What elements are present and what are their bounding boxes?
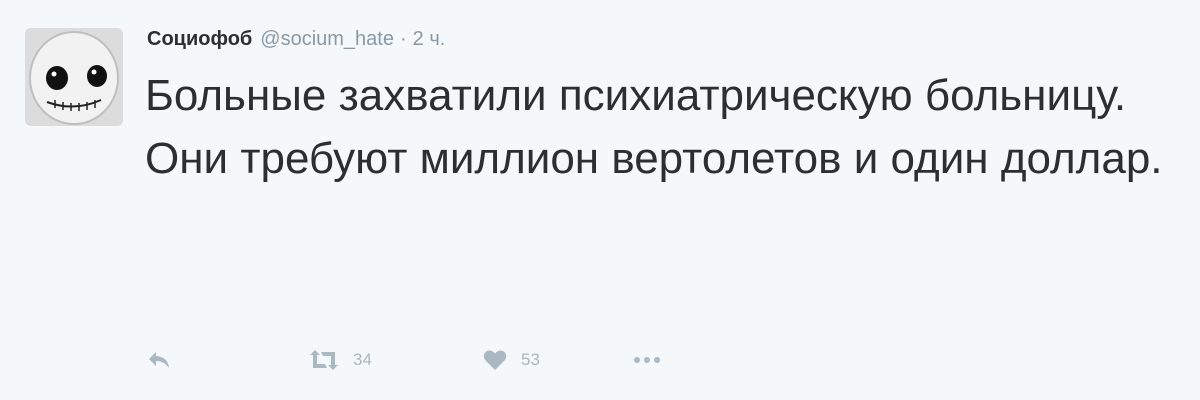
heart-icon [483,350,507,370]
tweet-header: Социофоб @socium_hate · 2 ч. [147,28,445,58]
retweet-button[interactable]: 34 [309,344,372,376]
retweet-icon [310,350,338,370]
tweet: Социофоб @socium_hate · 2 ч. Больные зах… [0,0,1200,400]
tweet-text-line: Они требуют миллион вертолетов и один до… [145,134,1163,183]
tweet-actions: 34 53 [147,344,707,376]
tweet-text: Больные захватили психиатрическую больни… [145,64,1175,190]
like-count: 53 [521,350,540,369]
tweet-text-line: Больные захватили психиатрическую больни… [145,71,1127,120]
reply-button[interactable] [147,344,171,376]
like-button[interactable]: 53 [483,344,540,376]
reply-icon [149,352,169,368]
retweet-count: 34 [353,350,372,369]
avatar-skull-image [25,28,123,126]
more-button[interactable] [633,344,661,376]
avatar[interactable] [25,28,123,126]
username[interactable]: @socium_hate [260,28,394,51]
display-name[interactable]: Социофоб [147,28,252,51]
timestamp[interactable]: 2 ч. [413,28,446,51]
header-separator: · [399,28,407,50]
more-dots-icon [634,357,660,363]
